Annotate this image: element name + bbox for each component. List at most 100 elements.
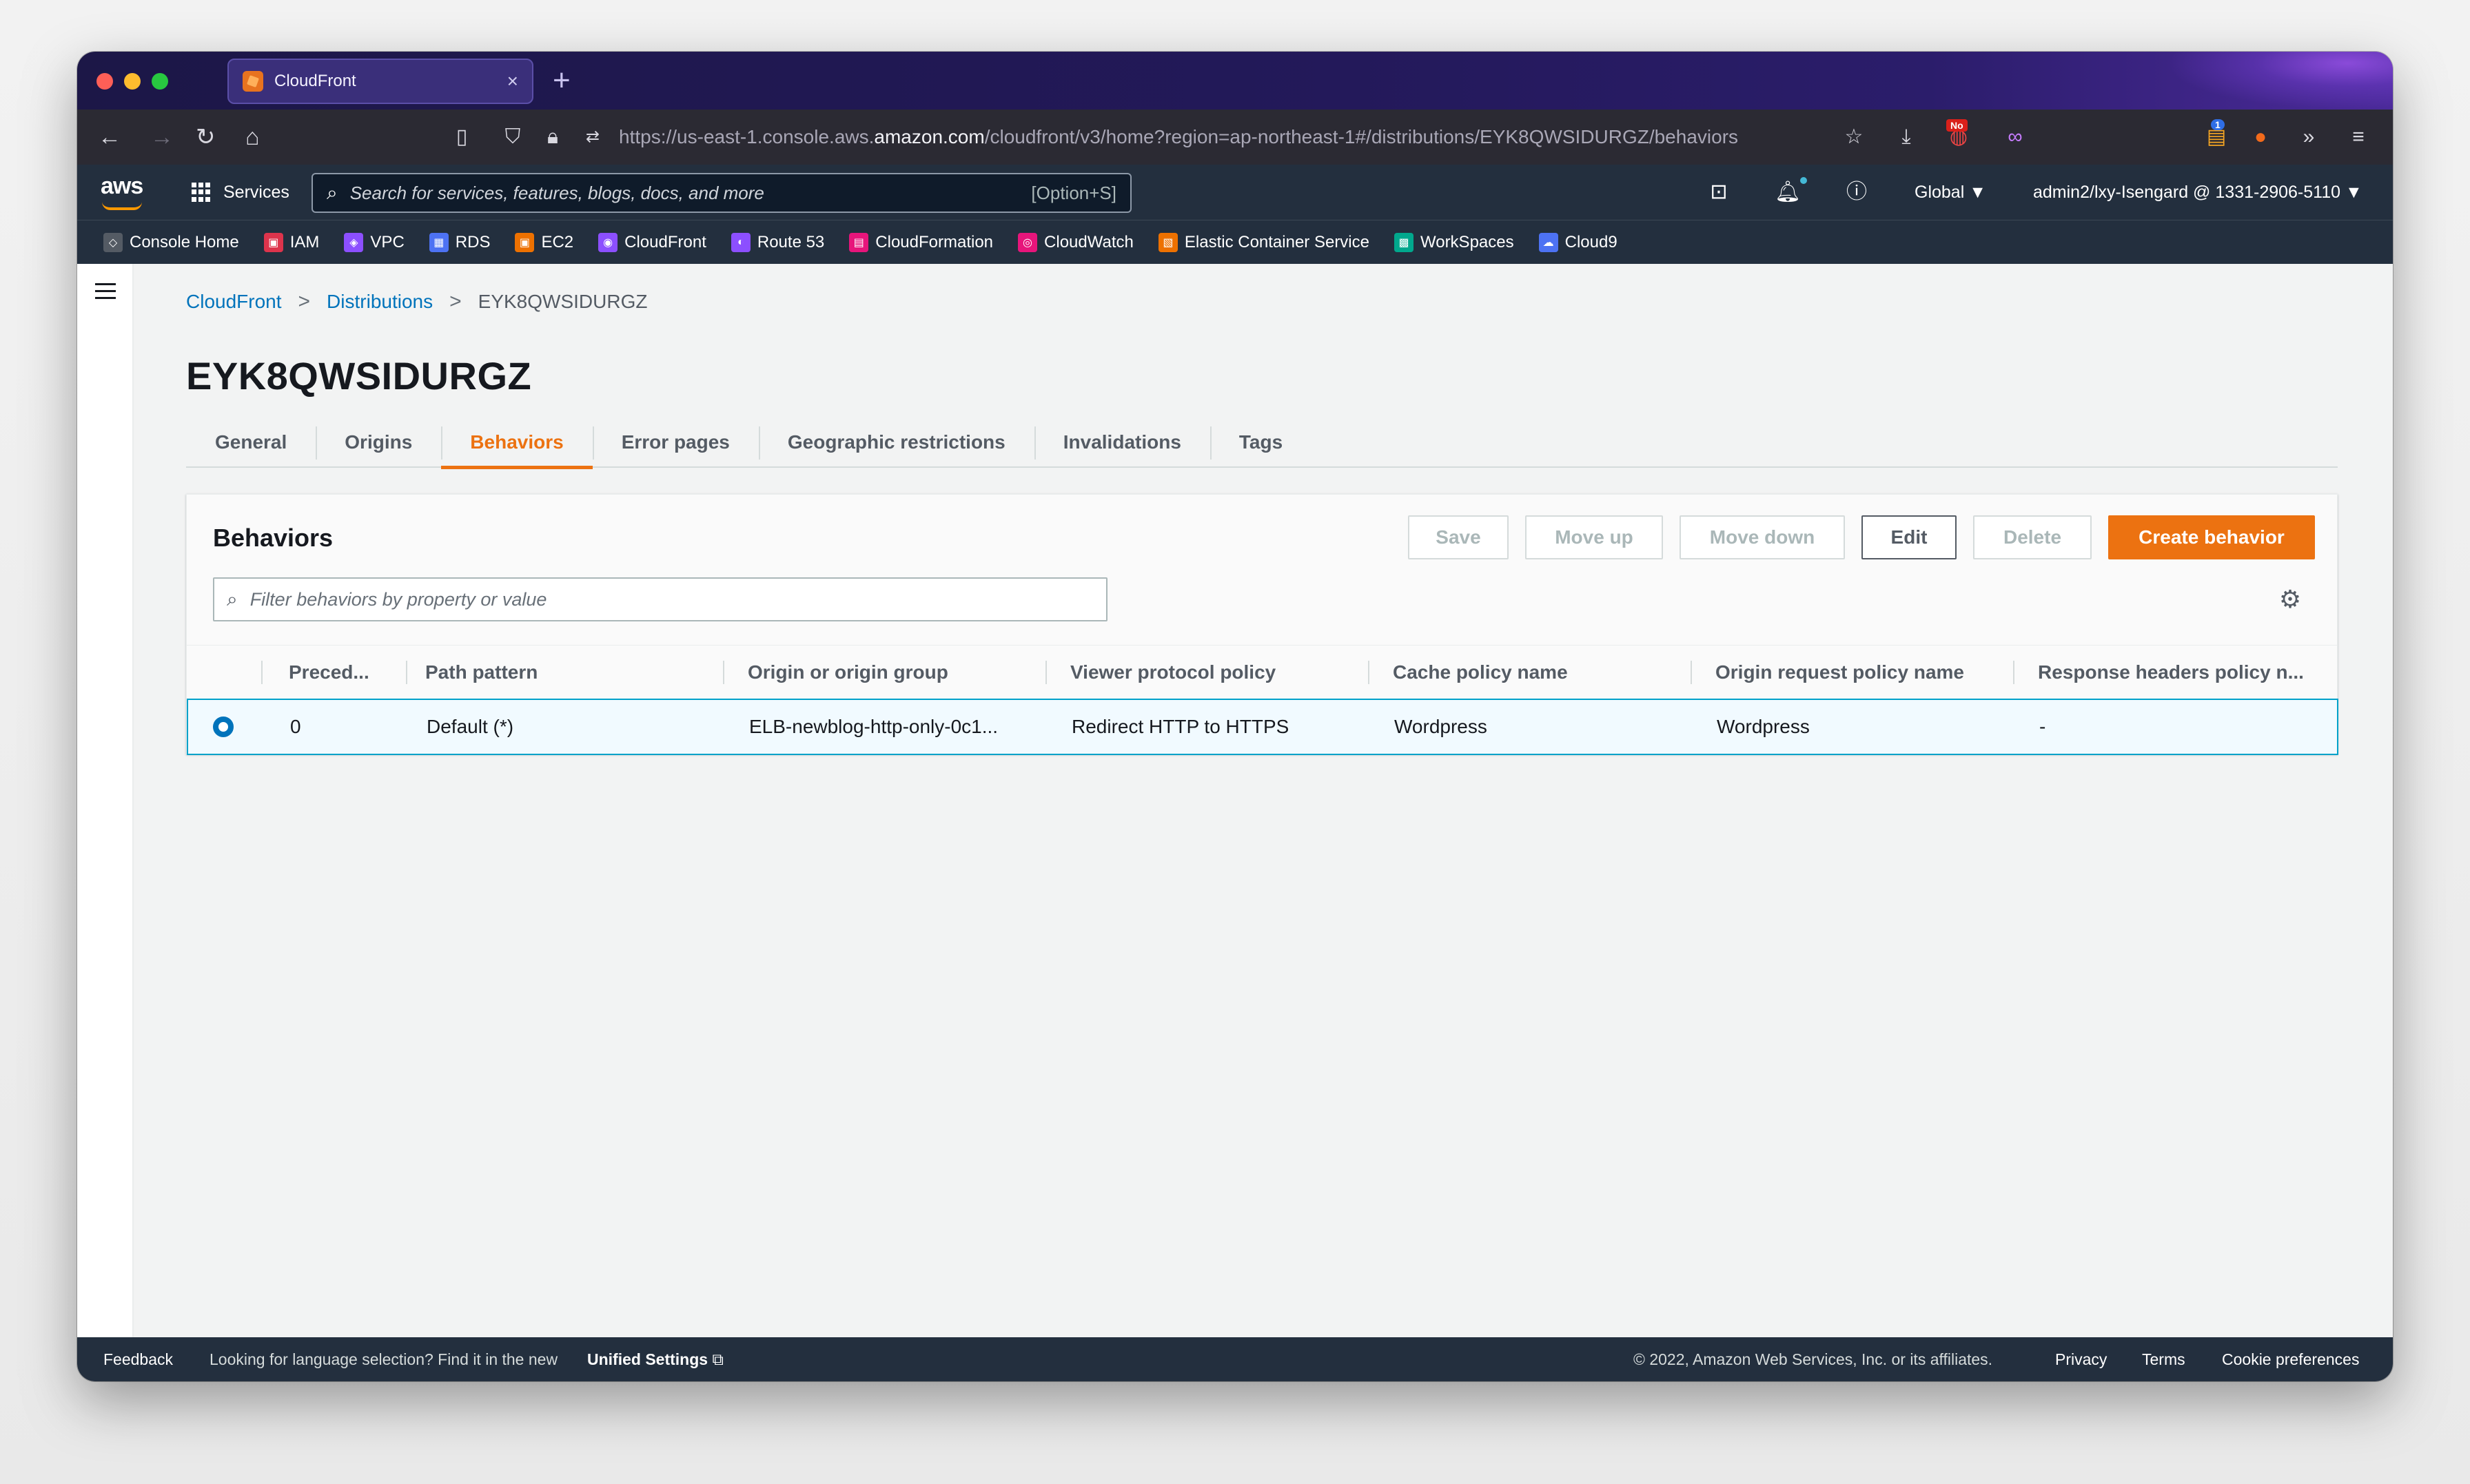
unified-settings-link[interactable]: Unified Settings ⧉ bbox=[587, 1337, 724, 1381]
cloudformation-icon: ▤ bbox=[849, 232, 869, 252]
column-divider bbox=[1691, 661, 1692, 684]
behaviors-panel: Behaviors Save Move up Move down Edit De… bbox=[186, 494, 2338, 755]
favorite-cloudformation[interactable]: ▤ CloudFormation bbox=[849, 232, 994, 252]
tab-invalidations[interactable]: Invalidations bbox=[1034, 417, 1210, 468]
favorite-cloudfront[interactable]: ◉ CloudFront bbox=[598, 232, 706, 252]
iam-icon: ▣ bbox=[263, 232, 283, 252]
extension-badge: No bbox=[1946, 119, 1968, 132]
cell-precedence: 0 bbox=[290, 716, 301, 737]
delete-button[interactable]: Delete bbox=[1973, 515, 2092, 559]
breadcrumb-cloudfront[interactable]: CloudFront bbox=[186, 291, 282, 313]
favorite-elastic-container-service[interactable]: ▧ Elastic Container Service bbox=[1158, 232, 1369, 252]
distribution-tabs: General Origins Behaviors Error pages Geogra… bbox=[186, 417, 2338, 469]
copyright-text: © 2022, Amazon Web Services, Inc. or its… bbox=[1633, 1350, 1993, 1368]
favorite-console-home[interactable]: ◇ Console Home bbox=[103, 232, 239, 252]
tab-origins[interactable]: Origins bbox=[316, 417, 441, 468]
side-navigation-collapsed bbox=[77, 264, 134, 1337]
bookmark-star-icon[interactable]: ☆ bbox=[1841, 125, 1866, 150]
downloads-icon[interactable]: ⤓ bbox=[1894, 125, 1919, 150]
forward-arrow-icon[interactable]: → bbox=[150, 110, 174, 165]
favorite-cloudwatch[interactable]: ◎ CloudWatch bbox=[1018, 232, 1134, 252]
home-icon[interactable]: ⌂ bbox=[245, 110, 260, 165]
privacy-link[interactable]: Privacy bbox=[2055, 1337, 2107, 1381]
new-tab-button[interactable]: + bbox=[553, 61, 571, 100]
save-button[interactable]: Save bbox=[1408, 515, 1509, 559]
cloudshell-icon[interactable]: ⊡ bbox=[1705, 178, 1733, 206]
edit-button[interactable]: Edit bbox=[1861, 515, 1957, 559]
filter-behaviors-input[interactable]: ⌕ Filter behaviors by property or value bbox=[213, 577, 1108, 621]
region-selector[interactable]: Global ▼ bbox=[1915, 165, 1986, 220]
main-content: CloudFront > Distributions > EYK8QWSIDUR… bbox=[134, 264, 2393, 1337]
tab-geographic-restrictions[interactable]: Geographic restrictions bbox=[758, 417, 1034, 468]
favorite-label: Route 53 bbox=[757, 232, 825, 251]
move-up-button[interactable]: Move up bbox=[1525, 515, 1663, 559]
gear-icon[interactable]: ⚙ bbox=[2276, 586, 2304, 613]
reload-icon[interactable]: ↻ bbox=[196, 110, 216, 165]
column-divider bbox=[1368, 661, 1369, 684]
tab-tags[interactable]: Tags bbox=[1210, 417, 1311, 468]
browser-tab-cloudfront[interactable]: CloudFront × bbox=[227, 59, 533, 104]
favorite-rds[interactable]: ▦ RDS bbox=[429, 232, 491, 252]
search-icon: ⌕ bbox=[227, 588, 238, 610]
account-menu[interactable]: admin2/lxy-Isengard @ 1331-2906-5110 ▼ bbox=[2033, 165, 2362, 220]
favorite-cloud9[interactable]: ☁ Cloud9 bbox=[1538, 232, 1617, 252]
hamburger-menu-icon[interactable] bbox=[95, 283, 116, 300]
column-header-viewer-protocol[interactable]: Viewer protocol policy bbox=[1070, 646, 1276, 699]
move-down-button[interactable]: Move down bbox=[1680, 515, 1845, 559]
permissions-icon[interactable]: ⇄ bbox=[580, 125, 605, 150]
window-close-button[interactable] bbox=[96, 73, 113, 90]
tab-behaviors[interactable]: Behaviors bbox=[441, 417, 593, 469]
services-label: Services bbox=[223, 182, 289, 202]
feedback-link[interactable]: Feedback bbox=[103, 1337, 173, 1381]
favorite-route-53[interactable]: ◐ Route 53 bbox=[731, 232, 825, 252]
favorite-label: CloudWatch bbox=[1044, 232, 1134, 251]
window-minimize-button[interactable] bbox=[124, 73, 141, 90]
favorite-label: CloudFormation bbox=[875, 232, 994, 251]
favorite-label: RDS bbox=[455, 232, 491, 251]
tab-general[interactable]: General bbox=[186, 417, 316, 468]
column-header-origin[interactable]: Origin or origin group bbox=[748, 646, 948, 699]
cell-response-headers-policy: - bbox=[2039, 716, 2046, 737]
unified-settings-label: Unified Settings bbox=[587, 1350, 708, 1368]
column-header-cache-policy[interactable]: Cache policy name bbox=[1393, 646, 1568, 699]
column-header-response-headers-policy[interactable]: Response headers policy n... bbox=[2038, 646, 2304, 699]
cookie-preferences-link[interactable]: Cookie preferences bbox=[2222, 1337, 2359, 1381]
services-menu-button[interactable]: Services bbox=[192, 165, 289, 220]
tracking-shield-icon[interactable]: ⛉ bbox=[500, 125, 525, 150]
favorite-vpc[interactable]: ◈ VPC bbox=[344, 232, 405, 252]
create-behavior-button[interactable]: Create behavior bbox=[2108, 515, 2315, 559]
favorite-workspaces[interactable]: ▩ WorkSpaces bbox=[1394, 232, 1514, 252]
column-divider bbox=[1045, 661, 1047, 684]
overflow-chevron-icon[interactable]: » bbox=[2296, 125, 2321, 150]
column-header-origin-request-policy[interactable]: Origin request policy name bbox=[1715, 646, 1964, 699]
column-header-precedence[interactable]: Preced... bbox=[289, 646, 369, 699]
back-arrow-icon[interactable]: ← bbox=[98, 110, 121, 165]
favorite-label: VPC bbox=[370, 232, 405, 251]
favorite-iam[interactable]: ▣ IAM bbox=[263, 232, 319, 252]
help-icon[interactable]: ⓘ bbox=[1843, 178, 1870, 206]
url-field[interactable]: https://us-east-1.console.aws.amazon.com… bbox=[619, 110, 1738, 165]
infinity-extension-icon[interactable]: ∞ bbox=[2003, 125, 2028, 150]
cloud9-icon: ☁ bbox=[1538, 232, 1558, 252]
cell-viewer-protocol: Redirect HTTP to HTTPS bbox=[1072, 716, 1289, 737]
ec2-icon: ▣ bbox=[515, 232, 535, 252]
aws-search-input[interactable]: ⌕ Search for services, features, blogs, … bbox=[312, 173, 1132, 213]
aws-logo[interactable]: aws bbox=[101, 173, 143, 210]
column-header-path-pattern[interactable]: Path pattern bbox=[425, 646, 538, 699]
row-select-radio[interactable] bbox=[213, 717, 234, 737]
favorite-ec2[interactable]: ▣ EC2 bbox=[515, 232, 573, 252]
terms-link[interactable]: Terms bbox=[2142, 1337, 2185, 1381]
reader-view-icon[interactable]: ▯ bbox=[449, 125, 474, 150]
breadcrumb-current: EYK8QWSIDURGZ bbox=[478, 291, 648, 312]
tab-close-icon[interactable]: × bbox=[507, 72, 518, 91]
breadcrumb: CloudFront > Distributions > EYK8QWSIDUR… bbox=[186, 290, 647, 313]
profile-extension-icon[interactable]: ● bbox=[2248, 125, 2273, 150]
lock-icon[interactable]: 🔒︎ bbox=[540, 125, 565, 150]
tab-error-pages[interactable]: Error pages bbox=[592, 417, 759, 468]
app-menu-icon[interactable]: ≡ bbox=[2346, 125, 2371, 150]
breadcrumb-distributions[interactable]: Distributions bbox=[327, 291, 433, 313]
window-zoom-button[interactable] bbox=[152, 73, 168, 90]
table-row[interactable]: 0 Default (*) ELB-newblog-http-only-0c1.… bbox=[187, 699, 2338, 755]
notifications-bell-icon[interactable]: 🔔︎ bbox=[1774, 178, 1802, 206]
url-domain: amazon.com bbox=[874, 126, 985, 147]
